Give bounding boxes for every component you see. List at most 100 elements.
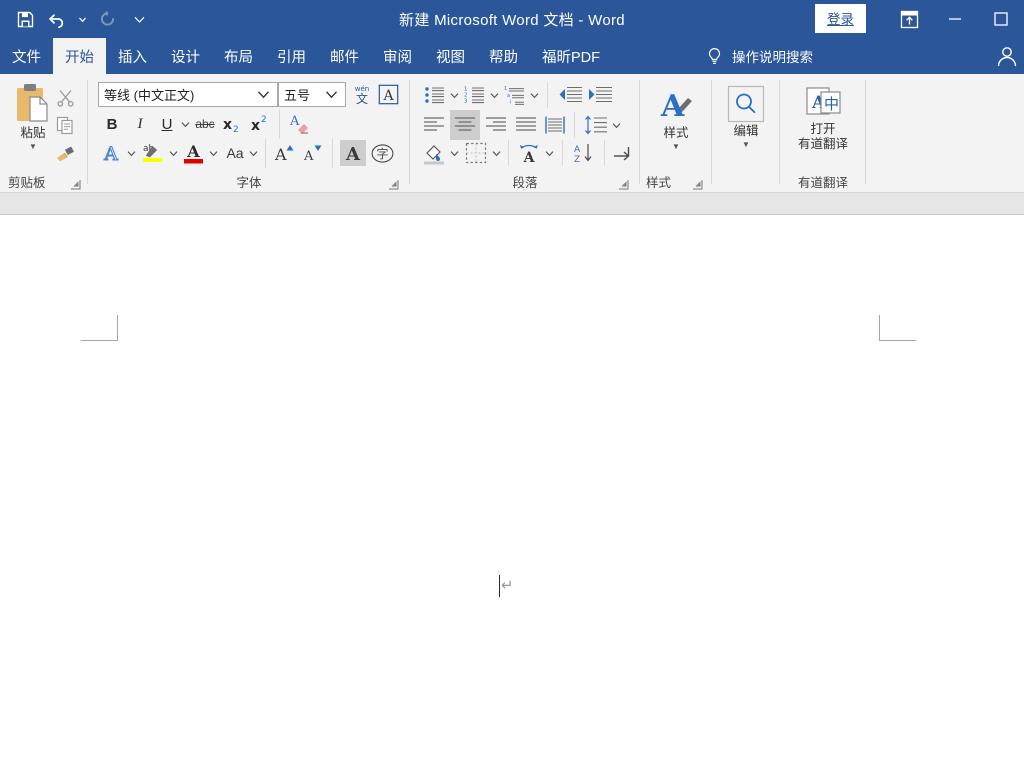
person-icon[interactable] bbox=[994, 38, 1020, 74]
asian-layout-dropdown-icon[interactable] bbox=[543, 140, 556, 166]
editing-label: 编辑 bbox=[733, 124, 759, 138]
word-window: 新建 Microsoft Word 文档 - Word 登录 文件 开始 插入 … bbox=[0, 0, 1024, 768]
font-dialog-launcher[interactable] bbox=[388, 179, 399, 190]
text-highlight-color-button[interactable]: ab bbox=[138, 140, 166, 166]
shading-dropdown-icon[interactable] bbox=[448, 140, 461, 166]
youdao-translate-icon: A 中 bbox=[801, 82, 845, 122]
align-left-button[interactable] bbox=[420, 112, 448, 138]
paste-dropdown-icon[interactable]: ▼ bbox=[29, 143, 37, 151]
group-label-styles: 样式 bbox=[646, 176, 672, 190]
line-spacing-dropdown-icon[interactable] bbox=[610, 112, 623, 138]
subscript-button[interactable]: x 2 bbox=[220, 112, 246, 136]
tell-me-search[interactable]: 操作说明搜索 bbox=[706, 38, 813, 74]
svg-text:2: 2 bbox=[261, 115, 267, 125]
numbering-button[interactable]: 1 2 3 bbox=[462, 82, 488, 108]
bold-button[interactable]: B bbox=[100, 112, 124, 136]
sort-button[interactable]: A Z bbox=[570, 140, 598, 166]
character-border-button[interactable]: A bbox=[376, 82, 401, 107]
tab-home[interactable]: 开始 bbox=[53, 38, 106, 74]
tab-file[interactable]: 文件 bbox=[0, 38, 53, 74]
clear-formatting-button[interactable]: A bbox=[286, 110, 314, 137]
asian-layout-icon: A bbox=[517, 142, 541, 164]
borders-button[interactable] bbox=[462, 140, 490, 166]
svg-text:字: 字 bbox=[376, 146, 388, 161]
format-painter-button[interactable] bbox=[52, 140, 78, 166]
superscript-button[interactable]: x 2 bbox=[248, 112, 274, 136]
text-effects-button[interactable]: A bbox=[98, 140, 124, 166]
document-page[interactable]: ↵ bbox=[0, 215, 1024, 768]
tab-layout[interactable]: 布局 bbox=[212, 38, 265, 74]
copy-button[interactable] bbox=[52, 112, 78, 138]
phonetic-guide-button[interactable]: wén 文 bbox=[350, 82, 374, 107]
group-label-youdao: 有道翻译 bbox=[797, 176, 848, 190]
strikethrough-button[interactable]: abc bbox=[192, 112, 218, 136]
font-color-button[interactable]: A bbox=[180, 140, 206, 166]
multilevel-list-dropdown-icon[interactable] bbox=[528, 82, 541, 108]
line-spacing-button[interactable] bbox=[582, 112, 610, 138]
editing-dropdown-icon[interactable]: ▼ bbox=[742, 141, 750, 149]
tab-mailings[interactable]: 邮件 bbox=[318, 38, 371, 74]
group-separator bbox=[574, 112, 575, 138]
format-painter-icon bbox=[55, 144, 76, 163]
cut-button[interactable] bbox=[52, 84, 78, 110]
align-right-button[interactable] bbox=[482, 112, 510, 138]
italic-button[interactable]: I bbox=[128, 112, 152, 136]
font-color-dropdown-icon[interactable] bbox=[206, 140, 220, 166]
numbering-dropdown-icon[interactable] bbox=[488, 82, 501, 108]
sign-in-button[interactable]: 登录 bbox=[815, 4, 866, 33]
open-youdao-button[interactable]: A 中 打开 有道翻译 bbox=[786, 82, 860, 152]
text-caret bbox=[499, 575, 500, 597]
align-center-button[interactable] bbox=[450, 110, 480, 140]
tab-help[interactable]: 帮助 bbox=[477, 38, 530, 74]
font-name-combo[interactable]: 等线 (中文正文) bbox=[98, 82, 278, 107]
shrink-font-button[interactable]: A bbox=[300, 140, 326, 166]
ribbon-display-options-icon[interactable] bbox=[886, 0, 932, 38]
font-size-combo[interactable]: 五号 bbox=[278, 82, 346, 107]
clipboard-dialog-launcher[interactable] bbox=[70, 179, 81, 190]
shading-button[interactable] bbox=[420, 140, 448, 166]
minimize-button[interactable] bbox=[932, 0, 978, 38]
svg-text:A: A bbox=[523, 150, 536, 164]
svg-text:A: A bbox=[289, 114, 300, 129]
justify-button[interactable] bbox=[512, 112, 540, 138]
bullets-dropdown-icon[interactable] bbox=[448, 82, 461, 108]
multilevel-list-icon: 1 a i bbox=[504, 85, 526, 105]
chevron-down-icon[interactable] bbox=[325, 90, 345, 99]
group-label-clipboard: 剪贴板 bbox=[8, 176, 46, 190]
tab-review[interactable]: 审阅 bbox=[371, 38, 424, 74]
borders-dropdown-icon[interactable] bbox=[490, 140, 503, 166]
change-case-dropdown-icon[interactable] bbox=[246, 140, 260, 166]
tab-design[interactable]: 设计 bbox=[159, 38, 212, 74]
text-effects-dropdown-icon[interactable] bbox=[124, 140, 138, 166]
enclose-characters-button[interactable]: 字 bbox=[368, 140, 396, 166]
underline-dropdown-icon[interactable] bbox=[178, 112, 192, 136]
asian-layout-button[interactable]: A bbox=[515, 140, 543, 166]
text-highlight-dropdown-icon[interactable] bbox=[166, 140, 180, 166]
styles-button[interactable]: A 样式 ▼ bbox=[648, 84, 704, 151]
styles-dialog-launcher[interactable] bbox=[692, 179, 703, 190]
character-shading-icon: A bbox=[342, 142, 364, 164]
underline-button[interactable]: U bbox=[156, 112, 178, 136]
multilevel-list-button[interactable]: 1 a i bbox=[502, 82, 528, 108]
bullets-button[interactable] bbox=[422, 82, 448, 108]
superscript-icon: x 2 bbox=[249, 114, 273, 134]
increase-indent-button[interactable] bbox=[586, 82, 614, 108]
tab-insert[interactable]: 插入 bbox=[106, 38, 159, 74]
show-formatting-marks-button[interactable] bbox=[610, 140, 636, 166]
tab-foxit-pdf[interactable]: 福昕PDF bbox=[530, 38, 612, 74]
maximize-button[interactable] bbox=[978, 0, 1024, 38]
change-case-button[interactable]: Aa bbox=[222, 140, 248, 166]
styles-dropdown-icon[interactable]: ▼ bbox=[672, 143, 680, 151]
editing-button[interactable]: 编辑 ▼ bbox=[720, 84, 772, 149]
align-center-icon bbox=[454, 116, 476, 134]
paragraph-dialog-launcher[interactable] bbox=[618, 179, 629, 190]
tab-view[interactable]: 视图 bbox=[424, 38, 477, 74]
chevron-down-icon[interactable] bbox=[257, 90, 277, 99]
distribute-button[interactable] bbox=[541, 112, 569, 138]
tab-references[interactable]: 引用 bbox=[265, 38, 318, 74]
grow-font-button[interactable]: A bbox=[272, 140, 298, 166]
decrease-indent-button[interactable] bbox=[556, 82, 584, 108]
character-shading-button[interactable]: A bbox=[340, 140, 366, 166]
align-right-icon bbox=[485, 116, 507, 134]
search-icon bbox=[726, 84, 766, 124]
